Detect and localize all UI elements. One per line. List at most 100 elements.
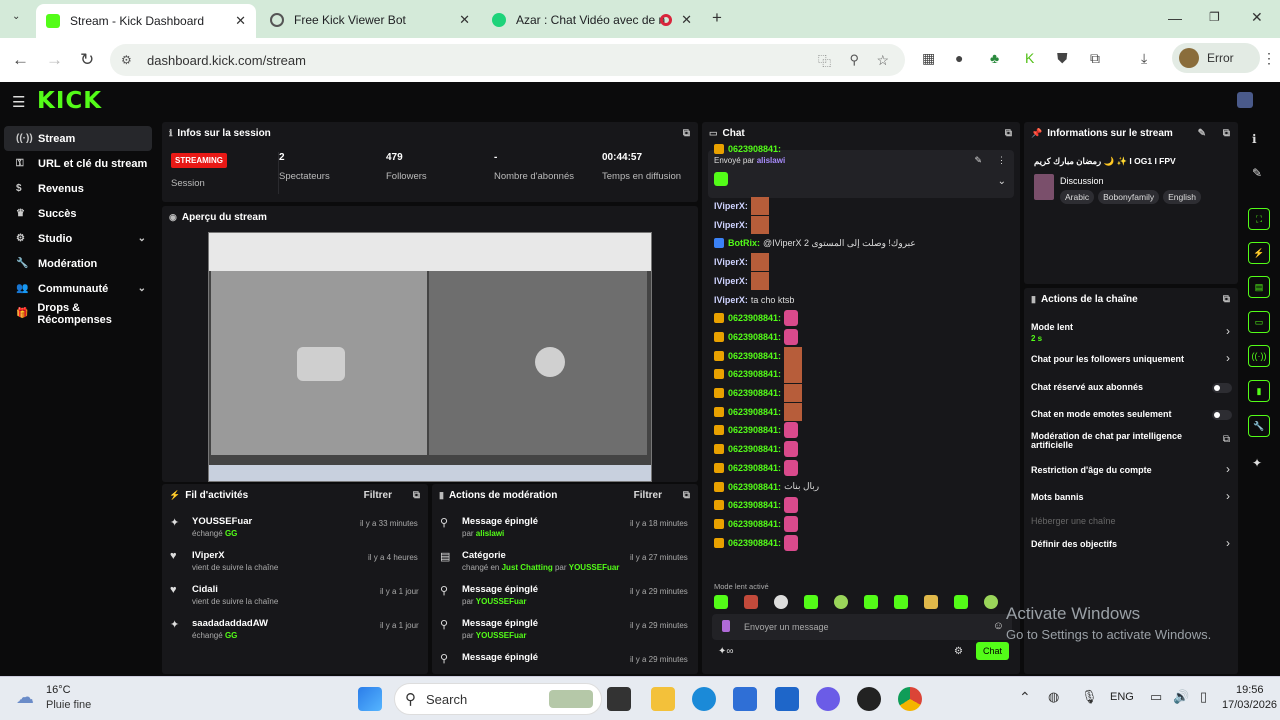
external-link-icon[interactable]: ⧉ (1223, 434, 1230, 445)
emote-only-toggle[interactable] (1212, 410, 1232, 420)
kick-logo[interactable]: KICK (37, 88, 102, 114)
tab-azar[interactable]: Azar : Chat Vidéo avec de n ✕ (482, 5, 702, 35)
popout-icon[interactable]: ⧉ (1223, 128, 1230, 139)
tab-search-icon[interactable]: ⌄ (12, 11, 20, 22)
rail-button-broadcast[interactable]: ((·)) (1248, 345, 1270, 367)
user-avatar-icon[interactable] (1237, 92, 1253, 108)
chat-username[interactable]: IViperX: (714, 201, 748, 211)
download-icon[interactable]: ⤓ (1141, 50, 1147, 67)
pinned-message[interactable]: Envoyé par alislawi ✎ ⋮ ⌄ (708, 150, 1014, 198)
chat-username[interactable]: 0623908841: (728, 313, 781, 323)
sidebar-item-moderation[interactable]: 🔧 Modération (4, 251, 152, 276)
hamburger-menu-icon[interactable]: ☰ (12, 93, 25, 111)
chat-username[interactable]: 0623908841: (728, 482, 781, 492)
shield-extension-icon[interactable]: ⛊ (1057, 50, 1068, 67)
chat-username[interactable]: 0623908841: (728, 369, 781, 379)
edit-icon[interactable]: ✎ (1252, 166, 1262, 180)
stream-preview-video[interactable] (208, 232, 652, 482)
action-followers-only[interactable]: Chat pour les followers uniquement (1031, 354, 1184, 364)
extension-icon[interactable]: ♣ (990, 50, 999, 66)
store-icon[interactable] (733, 687, 757, 711)
sidebar-item-studio[interactable]: ⚙ Studio ⌄ (4, 226, 152, 251)
chat-username[interactable]: 0623908841: (728, 444, 781, 454)
emote-icon[interactable] (984, 595, 998, 609)
clock-time[interactable]: 19:56 (1236, 684, 1264, 696)
new-tab-button[interactable]: + (712, 8, 722, 28)
tag[interactable]: English (1163, 190, 1202, 204)
action-banned-words[interactable]: Mots bannis (1031, 492, 1084, 502)
display-icon[interactable]: ▭ (1150, 689, 1162, 705)
emote-icon[interactable] (744, 595, 758, 609)
bookmark-star-icon[interactable]: ☆ (876, 52, 889, 69)
sidebar-item-drops[interactable]: 🎁 Drops & Récompenses (4, 301, 152, 326)
emote-icon[interactable] (864, 595, 878, 609)
chat-input[interactable]: Envoyer un message ☺ (712, 614, 1012, 640)
action-age-restriction[interactable]: Restriction d'âge du compte (1031, 465, 1152, 475)
weather-icon[interactable]: ☁ (16, 687, 34, 708)
chevron-right-icon[interactable]: › (1226, 351, 1230, 365)
chat-username[interactable]: 0623908841: (728, 500, 781, 510)
emote-icon[interactable] (894, 595, 908, 609)
popout-icon[interactable]: ⧉ (1223, 294, 1230, 305)
close-icon[interactable]: ✕ (459, 12, 470, 28)
more-icon[interactable]: ⋮ (997, 155, 1006, 166)
reload-icon[interactable]: ↻ (80, 50, 94, 70)
minimize-icon[interactable]: — (1168, 10, 1182, 26)
start-icon[interactable] (358, 687, 382, 711)
action-ai-moderation[interactable]: Modération de chat par intelligence arti… (1031, 431, 1201, 451)
chat-username[interactable]: BotRix: (728, 238, 760, 248)
filter-button[interactable]: Filtrer (364, 490, 392, 501)
chat-username[interactable]: 0623908841: (728, 463, 781, 473)
zoom-icon[interactable]: ⚲ (849, 52, 859, 68)
chrome-icon[interactable] (898, 687, 922, 711)
chat-username[interactable]: 0623908841: (728, 407, 781, 417)
emote-icon[interactable] (804, 595, 818, 609)
forward-icon[interactable]: → (46, 50, 63, 70)
music-extension-icon[interactable]: ● (955, 50, 963, 66)
close-icon[interactable]: ✕ (235, 13, 246, 29)
profile-button[interactable]: Error (1172, 43, 1260, 73)
sidebar-item-succes[interactable]: ♛ Succès (4, 201, 152, 226)
emote-icon[interactable] (774, 595, 788, 609)
chat-username[interactable]: 0623908841: (728, 425, 781, 435)
chevron-right-icon[interactable]: › (1226, 489, 1230, 503)
close-icon[interactable]: ✕ (681, 12, 692, 28)
puzzle-icon[interactable]: ⧉ (1090, 50, 1100, 67)
rail-button-chat[interactable]: ▭ (1248, 311, 1270, 333)
popout-icon[interactable]: ⧉ (413, 490, 420, 501)
battery-icon[interactable]: ▯ (1200, 689, 1207, 705)
chevron-up-icon[interactable]: ⌃ (1019, 689, 1031, 706)
gear-icon[interactable]: ⚙ (954, 646, 963, 657)
chat-username[interactable]: 0623908841: (728, 351, 781, 361)
unpin-icon[interactable]: ✎ (974, 155, 982, 166)
popout-icon[interactable]: ⧉ (1005, 128, 1012, 139)
rail-button-clip[interactable]: ⛶ (1248, 208, 1270, 230)
action-set-goals[interactable]: Définir des objectifs (1031, 539, 1117, 549)
send-chat-button[interactable]: Chat (976, 642, 1010, 660)
chevron-right-icon[interactable]: › (1226, 324, 1230, 338)
tag[interactable]: Bobonyfamily (1098, 190, 1160, 204)
language-indicator[interactable]: ENG (1110, 691, 1134, 703)
chevron-right-icon[interactable]: › (1226, 462, 1230, 476)
outlook-icon[interactable] (775, 687, 799, 711)
sidebar-item-communaute[interactable]: 👥 Communauté ⌄ (4, 276, 152, 301)
kick-extension-icon[interactable]: K (1025, 50, 1034, 66)
popout-icon[interactable]: ⧉ (683, 490, 690, 501)
emote-icon[interactable] (924, 595, 938, 609)
edge-icon[interactable] (692, 687, 716, 711)
chevron-down-icon[interactable]: ⌄ (998, 176, 1006, 187)
network-icon[interactable]: ◍ (1048, 689, 1059, 705)
chat-username[interactable]: 0623908841: (728, 538, 781, 548)
microphone-icon[interactable]: 🎙 (1081, 689, 1098, 705)
emote-icon[interactable] (954, 595, 968, 609)
translate-icon[interactable]: ⿻ (818, 51, 831, 70)
redeem-icon[interactable]: ✦ (1252, 456, 1262, 470)
task-view-icon[interactable] (607, 687, 631, 711)
chat-username[interactable]: 0623908841: (728, 519, 781, 529)
url-field[interactable]: ⚙ dashboard.kick.com/stream ⿻ ⚲ ☆ (110, 44, 905, 76)
rail-button-shield[interactable]: ▮ (1248, 380, 1270, 402)
action-slow-mode[interactable]: Mode lent 2 s (1031, 322, 1073, 343)
rail-button-wrench[interactable]: 🔧 (1248, 415, 1270, 437)
emote-icon[interactable] (834, 595, 848, 609)
discord-icon[interactable] (816, 687, 840, 711)
